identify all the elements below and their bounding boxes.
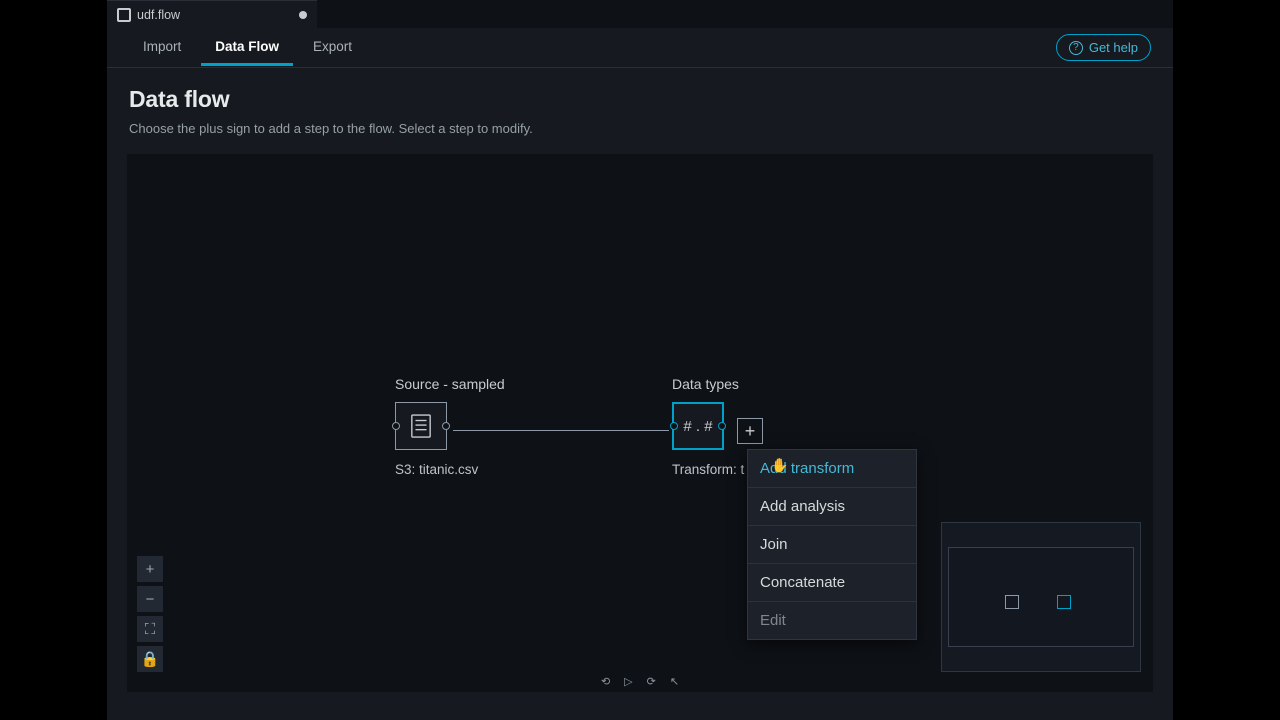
minimap[interactable]	[941, 522, 1141, 672]
zoom-fit-button[interactable]: ⛶	[137, 616, 163, 642]
get-help-button[interactable]: ? Get help	[1056, 34, 1151, 61]
menu-join[interactable]: Join	[748, 526, 916, 564]
node-types-title: Data types	[672, 376, 744, 392]
node-source-title: Source - sampled	[395, 376, 505, 392]
zoom-in-button[interactable]: +	[137, 556, 163, 582]
tab-export[interactable]: Export	[299, 29, 366, 66]
footer-icon-2[interactable]: ▷	[624, 675, 632, 688]
minimap-node-types	[1057, 595, 1071, 609]
menu-edit[interactable]: Edit	[748, 602, 916, 639]
node-source-subtitle: S3: titanic.csv	[395, 462, 505, 477]
node-types-box[interactable]: # . #	[672, 402, 724, 450]
port-in[interactable]	[392, 422, 400, 430]
unsaved-indicator-icon	[299, 11, 307, 19]
nav-bar: Import Data Flow Export ? Get help	[107, 28, 1173, 68]
footer-icon-1[interactable]: ⟲	[601, 675, 610, 688]
node-source-box[interactable]	[395, 402, 447, 450]
footer-controls: ⟲ ▷ ⟳ ↖	[601, 675, 679, 688]
zoom-controls: + − ⛶ 🔒	[137, 556, 163, 672]
zoom-out-button[interactable]: −	[137, 586, 163, 612]
page-header: Data flow Choose the plus sign to add a …	[107, 68, 1173, 146]
app-frame: udf.flow Import Data Flow Export ? Get h…	[107, 0, 1173, 720]
footer-cursor-icon: ↖	[670, 675, 679, 688]
tab-data-flow[interactable]: Data Flow	[201, 29, 293, 66]
minimap-viewport[interactable]	[948, 547, 1134, 647]
page-title: Data flow	[129, 86, 1151, 113]
footer-icon-3[interactable]: ⟳	[647, 675, 656, 688]
minimap-node-source	[1005, 595, 1019, 609]
context-menu: Add transform ✋ Add analysis Join Concat…	[747, 449, 917, 640]
lock-button[interactable]: 🔒	[137, 646, 163, 672]
file-tab[interactable]: udf.flow	[107, 0, 317, 28]
menu-add-transform[interactable]: Add transform ✋	[748, 450, 916, 488]
port-in[interactable]	[670, 422, 678, 430]
add-step-button[interactable]: +	[737, 418, 763, 444]
port-out[interactable]	[442, 422, 450, 430]
nav-tabs: Import Data Flow Export	[129, 29, 366, 66]
menu-add-analysis[interactable]: Add analysis	[748, 488, 916, 526]
file-tabstrip: udf.flow	[107, 0, 1173, 28]
file-logo-icon	[117, 8, 131, 22]
dataset-icon	[410, 413, 432, 439]
tab-import[interactable]: Import	[129, 29, 195, 66]
page-subtitle: Choose the plus sign to add a step to th…	[129, 121, 1151, 136]
node-types-subtitle: Transform: t	[672, 462, 744, 477]
plus-icon: +	[745, 421, 756, 442]
node-types-content: # . #	[683, 418, 712, 435]
menu-concatenate[interactable]: Concatenate	[748, 564, 916, 602]
help-icon: ?	[1069, 41, 1083, 55]
port-out[interactable]	[718, 422, 726, 430]
get-help-label: Get help	[1089, 40, 1138, 55]
flow-canvas[interactable]: Source - sampled S3: titanic.csv Data ty…	[127, 154, 1153, 692]
node-data-types[interactable]: Data types # . # Transform: t	[672, 376, 744, 477]
node-source[interactable]: Source - sampled S3: titanic.csv	[395, 376, 505, 477]
file-tab-name: udf.flow	[137, 8, 180, 22]
